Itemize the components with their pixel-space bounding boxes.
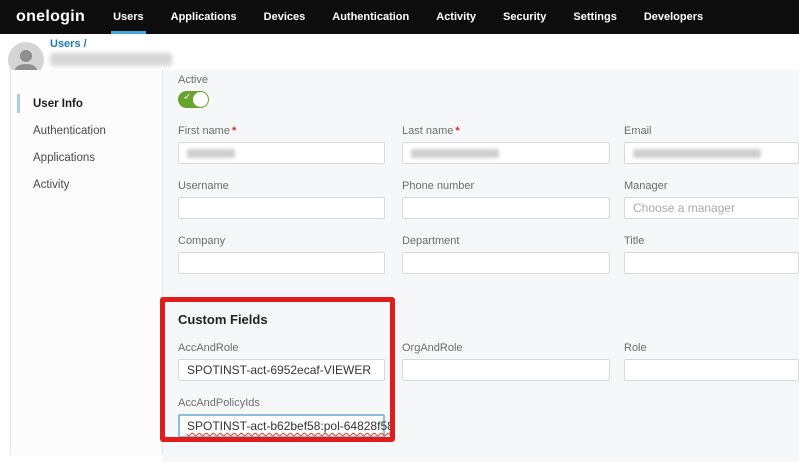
top-nav: onelogin Users Applications Devices Auth… [0,0,799,34]
phone-number-label: Phone number [402,180,610,192]
sidebar-item-applications[interactable]: Applications [11,144,162,171]
department-label: Department [402,235,610,247]
first-name-field[interactable] [178,142,385,164]
nav-menu: Users Applications Devices Authenticatio… [113,0,730,34]
nav-item-applications[interactable]: Applications [171,0,237,34]
nav-item-developers[interactable]: Developers [644,0,703,34]
title-input[interactable] [624,252,799,274]
department-input[interactable] [402,252,610,274]
last-name-label: Last name* [402,125,610,137]
sidebar-item-authentication[interactable]: Authentication [11,117,162,144]
user-info-form: Active ✓ First name* Last name* Email Us… [163,70,799,462]
sidebar-item-activity[interactable]: Activity [11,171,162,198]
sidebar-item-user-info[interactable]: User Info [11,90,162,117]
redacted-value [633,149,761,158]
org-and-role-label: OrgAndRole [402,342,610,354]
role-input[interactable] [624,359,799,381]
active-toggle[interactable]: ✓ [178,91,209,108]
acc-and-policy-ids-input[interactable]: SPOTINST-act-b62bef58:pol-64828f58 [178,414,385,438]
username-input[interactable] [178,197,385,219]
manager-input[interactable] [624,197,799,219]
role-label: Role [624,342,799,354]
phone-number-input[interactable] [402,197,610,219]
breadcrumb-users-link[interactable]: Users / [50,38,87,50]
last-name-field[interactable] [402,142,610,164]
acc-and-role-input[interactable] [178,359,385,381]
email-field[interactable] [624,142,799,164]
nav-item-devices[interactable]: Devices [264,0,306,34]
required-asterisk: * [232,125,236,137]
breadcrumb-username-redacted [50,53,172,66]
page-header: Users / [0,34,799,70]
acc-and-policy-ids-value: SPOTINST-act-b62bef58:pol-64828f58 [187,419,394,433]
sidebar: User Info Authentication Applications Ac… [10,70,163,455]
custom-fields-heading: Custom Fields [178,312,799,327]
redacted-value [187,149,235,158]
first-name-label: First name* [178,125,385,137]
company-input[interactable] [178,252,385,274]
email-label: Email [624,125,799,137]
nav-item-security[interactable]: Security [503,0,546,34]
check-icon: ✓ [183,92,191,103]
onelogin-logo: onelogin [16,8,85,26]
org-and-role-input[interactable] [402,359,610,381]
nav-item-activity[interactable]: Activity [436,0,476,34]
username-label: Username [178,180,385,192]
nav-item-settings[interactable]: Settings [573,0,616,34]
acc-and-policy-ids-label: AccAndPolicyIds [178,397,385,409]
title-label: Title [624,235,799,247]
nav-item-users[interactable]: Users [113,0,144,34]
manager-label: Manager [624,180,799,192]
company-label: Company [178,235,385,247]
redacted-value [411,149,499,158]
required-asterisk: * [455,125,459,137]
toggle-knob [193,92,208,107]
active-label: Active [178,74,799,86]
nav-item-authentication[interactable]: Authentication [332,0,409,34]
acc-and-role-label: AccAndRole [178,342,385,354]
